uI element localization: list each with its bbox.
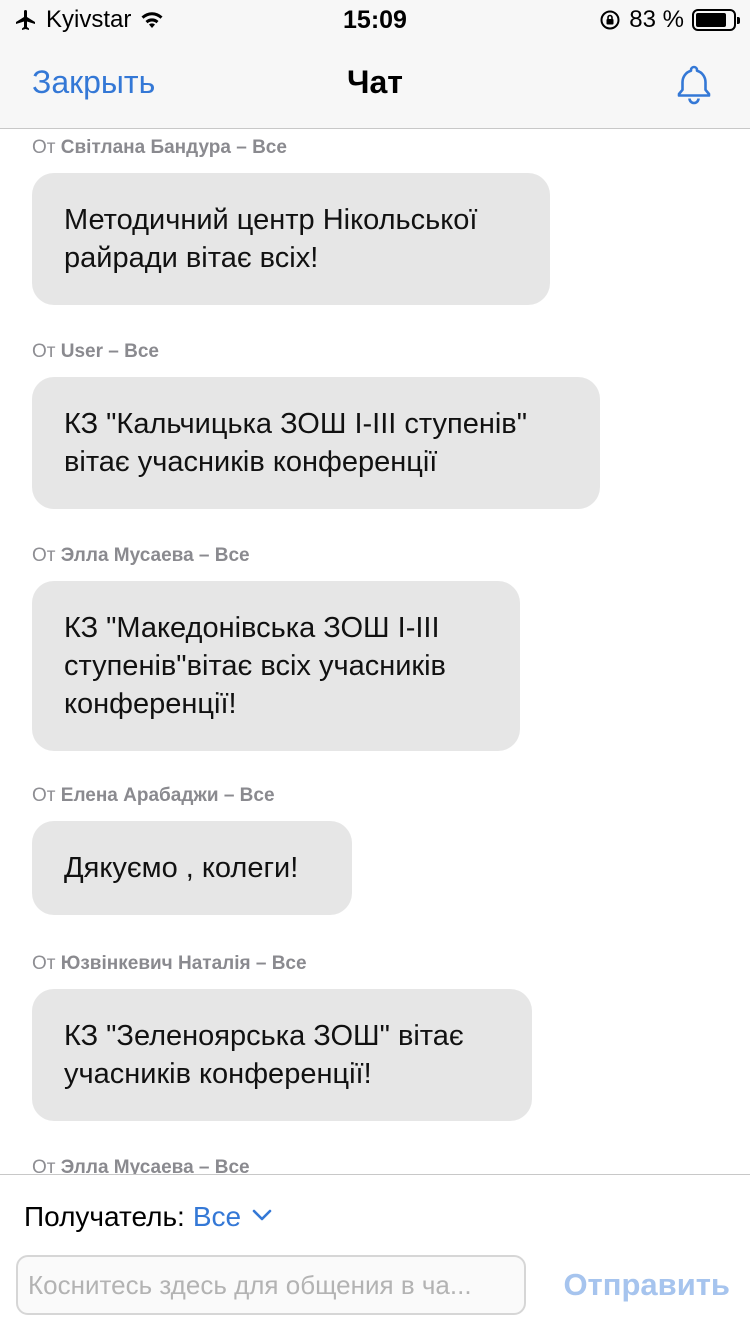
message-sender: Світлана Бандура – Все (60, 137, 287, 158)
chevron-down-icon[interactable] (251, 1208, 273, 1222)
message-sender: Элла Мусаева – Все (60, 545, 250, 566)
message-meta: От Юзвінкевич Наталія – Все (32, 953, 307, 974)
message-sender: User – Все (60, 341, 159, 362)
recipient-label: Получатель: (24, 1201, 185, 1232)
message-sender: Элла Мусаева – Все (60, 1157, 250, 1174)
message-bubble: Дякуємо , колеги! (32, 821, 352, 915)
status-right: 83 % (599, 6, 740, 34)
message: От Элла Мусаева – Все КЗ "Македонівська … (32, 545, 520, 751)
send-button[interactable]: Отправить (563, 1267, 730, 1303)
message: От User – Все КЗ "Кальчицька ЗОШ I-III с… (32, 341, 600, 509)
page-title: Чат (347, 64, 403, 100)
message-meta: От Элла Мусаева – Все (32, 545, 250, 566)
message-input[interactable] (16, 1255, 526, 1315)
message-meta: От Элла Мусаева – Все (32, 1157, 250, 1174)
message-bubble: КЗ "Зеленоярська ЗОШ" вітає учасників ко… (32, 989, 532, 1121)
message-meta: От Елена Арабаджи – Все (32, 785, 275, 806)
message-meta: От User – Все (32, 341, 159, 362)
battery-level (696, 13, 726, 27)
message-meta: От Світлана Бандура – Все (32, 137, 287, 158)
recipient-row: Получатель: Все (24, 1201, 273, 1233)
message-bubble: КЗ "Кальчицька ЗОШ I-III ступенів" вітає… (32, 377, 600, 509)
message: От Элла Мусаева – Все (32, 1157, 250, 1174)
message: От Юзвінкевич Наталія – Все КЗ "Зеленояр… (32, 953, 532, 1121)
message-bubble: Методичний центр Нікольської райради віт… (32, 173, 550, 305)
battery-percent: 83 % (629, 6, 684, 33)
message-sender: Юзвінкевич Наталія – Все (60, 953, 307, 974)
message: От Світлана Бандура – Все Методичний цен… (32, 137, 550, 305)
recipient-select[interactable]: Все (193, 1201, 241, 1233)
message-sender: Елена Арабаджи – Все (60, 785, 275, 806)
battery-icon (692, 9, 740, 31)
nav-bar: Закрыть Чат (0, 40, 750, 129)
composer: Получатель: Все Отправить (0, 1174, 750, 1334)
chat-list[interactable]: От Світлана Бандура – Все Методичний цен… (0, 129, 750, 1174)
bell-icon[interactable] (672, 62, 716, 106)
message-bubble: КЗ "Македонівська ЗОШ I-III ступенів"віт… (32, 581, 520, 751)
status-bar: Kyivstar 15:09 83 % (0, 0, 750, 40)
orientation-lock-icon (600, 10, 620, 30)
message: От Елена Арабаджи – Все Дякуємо , колеги… (32, 785, 352, 915)
